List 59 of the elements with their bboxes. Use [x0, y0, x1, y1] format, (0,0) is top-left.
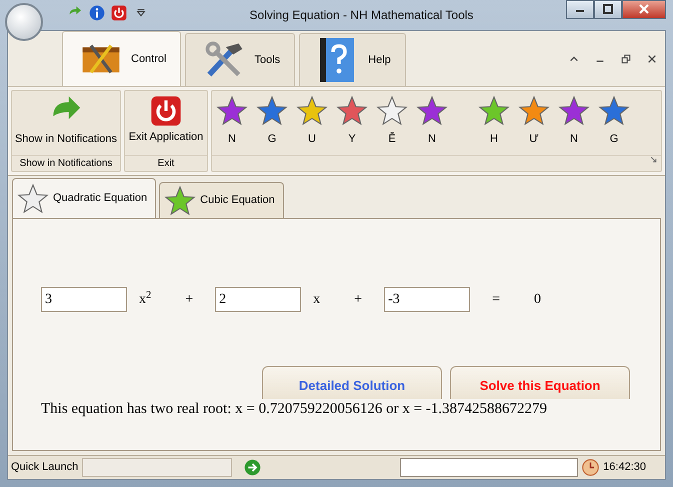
close-icon[interactable] — [647, 54, 657, 64]
quick-launch-label: Quick Launch — [11, 460, 78, 476]
info-icon[interactable] — [89, 5, 105, 21]
power-icon — [150, 95, 182, 127]
star-icon[interactable] — [376, 95, 408, 127]
power-icon[interactable] — [111, 5, 127, 21]
star-label: Ễ — [388, 131, 396, 147]
ribbon-button[interactable]: Show in Notifications — [12, 91, 120, 155]
close-button[interactable] — [622, 0, 666, 19]
star-icon[interactable] — [518, 95, 550, 127]
maximize-button[interactable] — [594, 0, 622, 19]
document-tab[interactable]: Cubic Equation — [159, 182, 284, 218]
collapse-ribbon-icon[interactable] — [569, 54, 579, 64]
action-button[interactable]: Detailed Solution — [262, 366, 442, 399]
minimize-button[interactable] — [566, 0, 594, 19]
star-label: N — [428, 132, 436, 147]
star-icon[interactable] — [558, 95, 590, 127]
star-label: G — [268, 132, 276, 147]
go-icon[interactable] — [244, 459, 262, 476]
clock-time: 16:42:30 — [603, 460, 646, 476]
close-icon — [639, 4, 649, 14]
star-label: U — [308, 132, 316, 147]
star-icon[interactable] — [256, 95, 288, 127]
ribbon-tab[interactable]: Control — [62, 31, 182, 86]
star-icon[interactable] — [598, 95, 630, 127]
result-text: This equation has two real root: x = 0.720759220056126 or x = -1.38742588672279 — [40, 400, 548, 418]
star-label: N — [228, 132, 236, 147]
equation-term: 0 — [532, 291, 542, 309]
coefficient-field[interactable]: 3 — [41, 287, 127, 312]
equation-term: x — [312, 291, 322, 309]
operator: = — [491, 291, 501, 309]
equation-term: x$^{2}$ — [138, 289, 152, 309]
group-caption: Exit — [125, 155, 207, 171]
quick-launch-field[interactable] — [82, 458, 232, 477]
maximize-icon — [603, 4, 613, 14]
star-icon[interactable] — [478, 95, 510, 127]
star-icon[interactable] — [216, 95, 248, 127]
star-label: Ư — [529, 132, 539, 147]
app-menu-orb[interactable] — [5, 3, 43, 41]
ribbon-tab[interactable]: Help — [299, 33, 406, 86]
star-icon[interactable] — [416, 95, 448, 127]
window-title: Solving Equation - NH Mathematical Tools — [248, 7, 474, 24]
restore-icon[interactable] — [621, 54, 631, 64]
operator: + — [184, 291, 194, 309]
ribbon-button[interactable]: Exit Application — [125, 91, 207, 155]
coefficient-field[interactable]: 2 — [215, 287, 302, 312]
group-caption: Show in Notifications — [12, 155, 120, 171]
dialog-launcher-icon[interactable] — [650, 156, 657, 163]
operator: + — [353, 291, 364, 309]
clock-icon — [582, 459, 600, 476]
star-label: N — [570, 132, 578, 147]
ribbon-tab[interactable]: Tools — [185, 33, 296, 86]
star-icon[interactable] — [296, 95, 328, 127]
star-label: H — [490, 132, 498, 147]
star-label: Y — [348, 132, 356, 147]
star-label: G — [610, 132, 618, 147]
document-tab[interactable]: Quadratic Equation — [12, 178, 156, 218]
coefficient-field[interactable]: -3 — [384, 287, 470, 312]
star-icon[interactable] — [336, 95, 368, 127]
